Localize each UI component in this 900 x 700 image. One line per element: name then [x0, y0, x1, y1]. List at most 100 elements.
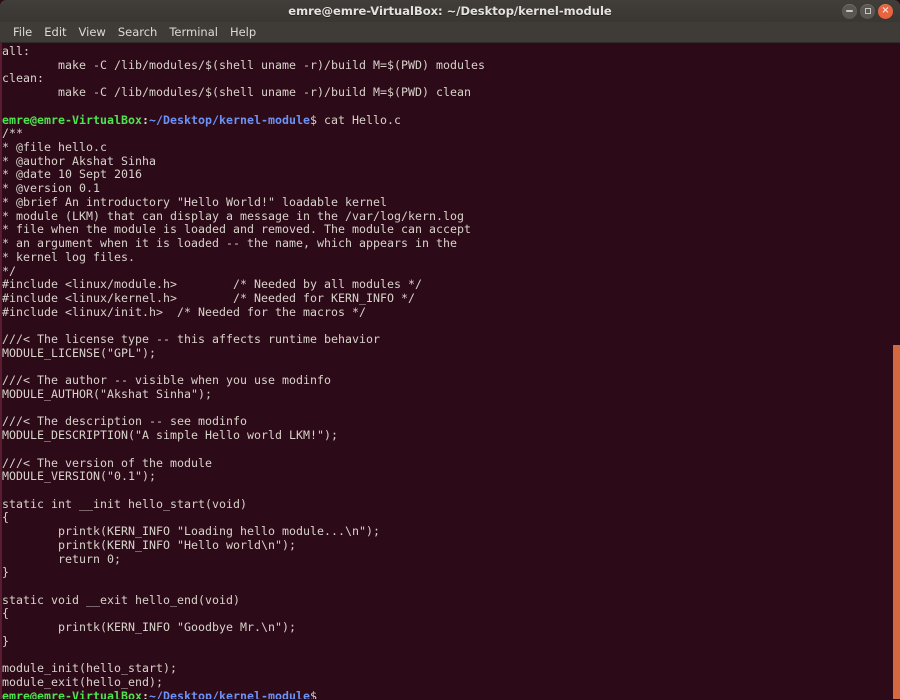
output-text: * kernel log files. — [2, 249, 136, 264]
terminal-output-line: * module (LKM) that can display a messag… — [2, 208, 888, 224]
output-text: * an argument when it is loaded -- the n… — [2, 236, 458, 251]
terminal-output-line — [2, 402, 888, 416]
output-text: * module (LKM) that can display a messag… — [2, 208, 465, 223]
terminal-output-line: * kernel log files. — [2, 249, 888, 265]
menu-item-help[interactable]: Help — [224, 23, 262, 42]
prompt-separator: : — [142, 112, 150, 127]
terminal-output-line: make -C /lib/modules/$(shell uname -r)/b… — [2, 85, 888, 100]
prompt-path: ~/Desktop/kernel-module — [149, 112, 311, 127]
prompt-command: $ cat Hello.c — [310, 112, 402, 127]
terminal-output-line: */ — [2, 263, 888, 279]
close-icon: × — [881, 5, 890, 16]
terminal-output-line: } — [2, 565, 888, 580]
output-text: module_exit(hello_end); — [2, 675, 164, 690]
terminal-output-line: * @author Akshat Sinha — [2, 153, 888, 169]
terminal-output-line: MODULE_DESCRIPTION("A simple Hello world… — [2, 428, 888, 443]
output-text: static void __exit hello_end(void) — [2, 592, 241, 607]
maximize-button[interactable] — [860, 3, 875, 19]
terminal-output-line — [2, 580, 888, 594]
terminal-output-line — [2, 361, 888, 375]
minimize-icon — [846, 10, 853, 12]
output-text: MODULE_AUTHOR("Akshat Sinha"); — [2, 386, 213, 401]
terminal-prompt-line: emre@emre-VirtualBox:~/Desktop/kernel-mo… — [2, 688, 888, 699]
prompt-user-host: emre@emre-VirtualBox — [2, 688, 143, 699]
terminal-output-line: ///< The license type -- this affects ru… — [2, 332, 888, 347]
output-text: * @author Akshat Sinha — [2, 153, 157, 168]
menu-item-search[interactable]: Search — [112, 23, 164, 42]
terminal-output-line: * an argument when it is loaded -- the n… — [2, 236, 888, 251]
output-text: * file when the module is loaded and rem… — [2, 222, 472, 237]
menu-item-edit[interactable]: Edit — [38, 23, 72, 42]
terminal-output-line: * @version 0.1 — [2, 181, 888, 196]
output-text: MODULE_LICENSE("GPL"); — [2, 345, 157, 360]
output-text: MODULE_VERSION("0.1"); — [2, 469, 157, 484]
output-text: printk(KERN_INFO "Goodbye Mr.\n"); — [2, 620, 297, 635]
terminal-output-line: * @date 10 Sept 2016 — [2, 168, 888, 182]
terminal-output-line: clean: — [2, 72, 888, 86]
terminal-output-line: * file when the module is loaded and rem… — [2, 222, 888, 237]
terminal-output-line: ///< The author -- visible when you use … — [2, 373, 888, 388]
output-text: clean: — [2, 71, 45, 86]
output-text: return 0; — [2, 551, 122, 566]
close-button[interactable]: × — [878, 3, 893, 19]
output-text: #include <linux/module.h> /* Needed by a… — [2, 277, 423, 292]
prompt-separator: : — [142, 688, 150, 699]
maximize-icon — [864, 8, 871, 14]
prompt-user-host: emre@emre-VirtualBox — [2, 112, 143, 127]
output-text: static int __init hello_start(void) — [2, 496, 248, 511]
output-text: ///< The author -- visible when you use … — [2, 373, 332, 388]
terminal-output-line: MODULE_LICENSE("GPL"); — [2, 345, 888, 361]
terminal-output-line: static int __init hello_start(void) — [2, 496, 888, 512]
output-text: /** — [2, 126, 24, 141]
terminal-output-line: { — [2, 511, 888, 525]
terminal-output-line — [2, 100, 888, 114]
output-text: } — [2, 633, 10, 648]
terminal-output-line — [2, 484, 888, 498]
terminal-output-line: #include <linux/module.h> /* Needed by a… — [2, 277, 888, 292]
output-text: { — [2, 606, 10, 621]
terminal-output-line — [2, 319, 888, 333]
terminal-prompt-line: emre@emre-VirtualBox:~/Desktop/kernel-mo… — [2, 112, 888, 128]
minimize-button[interactable] — [842, 3, 857, 19]
terminal-output-line: printk(KERN_INFO "Hello world\n"); — [2, 537, 888, 553]
terminal-output-line: #include <linux/kernel.h> /* Needed for … — [2, 291, 888, 306]
output-text: * @version 0.1 — [2, 181, 101, 196]
output-text: #include <linux/init.h> /* Needed for th… — [2, 304, 367, 319]
terminal-output-line: make -C /lib/modules/$(shell uname -r)/b… — [2, 58, 888, 73]
output-text: ///< The description -- see modinfo — [2, 414, 248, 429]
scrollbar[interactable] — [893, 43, 900, 699]
terminal-output: all: make -C /lib/modules/$(shell uname … — [2, 44, 888, 699]
terminal-output-line: /** — [2, 126, 888, 141]
terminal-output-line: * @brief An introductory "Hello World!" … — [2, 194, 888, 210]
output-text: ///< The license type -- this affects ru… — [2, 332, 381, 347]
menu-item-terminal[interactable]: Terminal — [163, 23, 224, 42]
menu-item-file[interactable]: File — [7, 23, 38, 42]
window-controls: × — [842, 0, 893, 22]
output-text: printk(KERN_INFO "Hello world\n"); — [2, 537, 297, 552]
terminal-output-line: MODULE_AUTHOR("Akshat Sinha"); — [2, 386, 888, 402]
scrollbar-thumb[interactable] — [893, 345, 900, 699]
output-text: { — [2, 510, 10, 525]
output-text: * @file hello.c — [2, 140, 108, 155]
terminal-output-line: return 0; — [2, 551, 888, 567]
menu-item-view[interactable]: View — [73, 23, 112, 42]
output-text: */ — [2, 263, 17, 278]
prompt-command: $ — [310, 688, 318, 699]
titlebar[interactable]: emre@emre-VirtualBox: ~/Desktop/kernel-m… — [0, 0, 900, 22]
terminal-output-line: module_init(hello_start); — [2, 661, 888, 676]
output-text: * @brief An introductory "Hello World!" … — [2, 194, 388, 209]
terminal-output-line: { — [2, 607, 888, 621]
terminal-output-line: } — [2, 633, 888, 649]
terminal-output-line: static void __exit hello_end(void) — [2, 592, 888, 608]
terminal-output-line: MODULE_VERSION("0.1"); — [2, 469, 888, 484]
output-text: module_init(hello_start); — [2, 661, 178, 676]
terminal-body[interactable]: all: make -C /lib/modules/$(shell uname … — [0, 43, 900, 699]
